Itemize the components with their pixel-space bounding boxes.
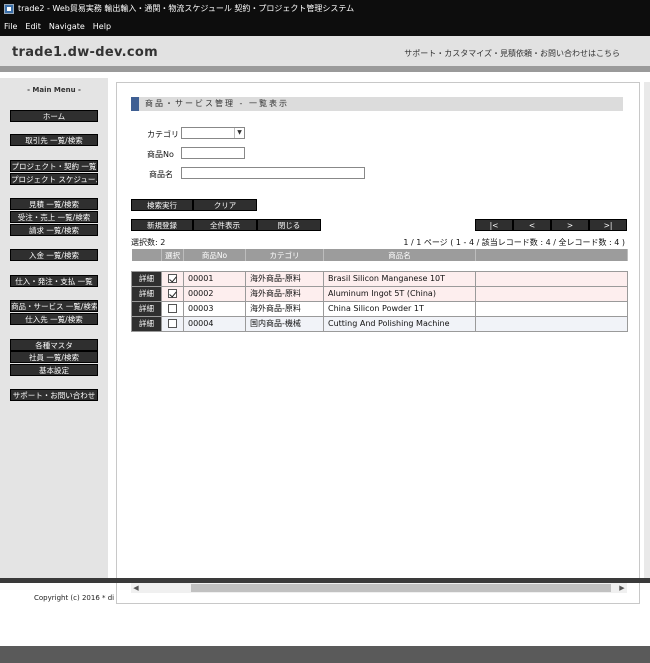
main-menu-title: - Main Menu - — [27, 86, 81, 94]
row-category: 海外商品-原料 — [245, 300, 324, 317]
header-category: カテゴリ — [245, 249, 324, 261]
detail-button[interactable]: 詳細 — [132, 273, 161, 284]
header-name: 商品名 — [323, 249, 476, 261]
last-page-button[interactable]: >| — [589, 219, 627, 231]
scroll-left-icon[interactable]: ◀ — [131, 583, 141, 593]
sidebar-item-project-schedule[interactable]: プロジェクト スケジュール — [10, 173, 98, 185]
footer-bar — [0, 578, 650, 583]
row-name: Brasil Silicon Manganese 10T — [323, 270, 476, 287]
sidebar-item-support[interactable]: サポート・お問い合わせ — [10, 389, 98, 401]
row-checkbox[interactable] — [168, 304, 177, 313]
table-row: 詳細 00004 国内商品-機械 Cutting And Polishing M… — [131, 315, 628, 332]
table-spacer — [131, 261, 628, 271]
main-panel: 商品・サービス管理 - 一覧表示 カテゴリ ▼ 商品No 商品名 検索実行 クリ… — [116, 82, 640, 604]
category-label: カテゴリ — [147, 130, 179, 139]
header-detail — [131, 249, 162, 261]
selected-count: 選択数: 2 — [131, 238, 166, 247]
window-title: trade2 - Web貿易実務 輸出輸入・通関・物流スケジュール 契約・プロジ… — [18, 4, 355, 13]
sidebar-item-orders[interactable]: 受注・売上 一覧/検索 — [10, 211, 98, 223]
row-code: 00002 — [183, 285, 246, 302]
sidebar-item-clients[interactable]: 取引先 一覧/検索 — [10, 134, 98, 146]
show-all-button[interactable]: 全件表示 — [193, 219, 257, 231]
name-input[interactable] — [181, 167, 365, 179]
chevron-down-icon: ▼ — [234, 128, 244, 138]
menu-help[interactable]: Help — [93, 18, 111, 36]
sidebar-item-suppliers[interactable]: 仕入先 一覧/検索 — [10, 313, 98, 325]
page-info: 1 / 1 ページ ( 1 - 4 / 該当レコード数 : 4 / 全レコード数… — [403, 238, 625, 247]
row-code: 00001 — [183, 270, 246, 287]
row-code: 00004 — [183, 315, 246, 332]
row-code: 00003 — [183, 300, 246, 317]
row-category: 国内商品-機械 — [245, 315, 324, 332]
first-page-button[interactable]: |< — [475, 219, 513, 231]
table-row: 詳細 00001 海外商品-原料 Brasil Silicon Manganes… — [131, 270, 628, 287]
detail-button[interactable]: 詳細 — [132, 288, 161, 299]
menubar: File Edit Navigate Help — [0, 18, 650, 36]
sidebar-item-payments-received[interactable]: 入金 一覧/検索 — [10, 249, 98, 261]
sidebar-item-home[interactable]: ホーム — [10, 110, 98, 122]
sidebar-item-invoices[interactable]: 請求 一覧/検索 — [10, 224, 98, 236]
row-category: 海外商品-原料 — [245, 270, 324, 287]
product-table: 選択 商品No カテゴリ 商品名 詳細 00001 海外商品-原料 Brasil… — [131, 249, 628, 332]
category-select[interactable]: ▼ — [181, 127, 245, 139]
clear-button[interactable]: クリア — [193, 199, 257, 211]
right-gutter — [644, 82, 650, 578]
detail-button[interactable]: 詳細 — [132, 318, 161, 329]
prev-page-button[interactable]: < — [513, 219, 551, 231]
window-title-bar: trade2 - Web貿易実務 輸出輸入・通関・物流スケジュール 契約・プロジ… — [0, 0, 650, 18]
code-input[interactable] — [181, 147, 245, 159]
sidebar-item-settings[interactable]: 基本設定 — [10, 364, 98, 376]
table-row: 詳細 00003 海外商品-原料 China Silicon Powder 1T — [131, 300, 628, 317]
site-domain: trade1.dw-dev.com — [12, 45, 158, 60]
search-button[interactable]: 検索実行 — [131, 199, 193, 211]
app-icon — [4, 4, 14, 14]
menu-file[interactable]: File — [4, 18, 17, 36]
sidebar-item-purchases[interactable]: 仕入・発注・支払 一覧 — [10, 275, 98, 287]
sidebar-item-masters[interactable]: 各種マスタ — [10, 339, 98, 351]
row-extra — [475, 270, 628, 287]
support-link[interactable]: サポート・カスタマイズ・見積依頼・お問い合わせはこちら — [404, 48, 620, 59]
copyright: Copyright (c) 2016 * di — [34, 594, 115, 602]
sidebar-item-products[interactable]: 商品・サービス 一覧/検索 — [10, 300, 98, 312]
table-row: 詳細 00002 海外商品-原料 Aluminum Ingot 5T (Chin… — [131, 285, 628, 302]
menu-navigate[interactable]: Navigate — [49, 18, 85, 36]
next-page-button[interactable]: > — [551, 219, 589, 231]
scrollbar-thumb[interactable] — [191, 584, 611, 592]
menu-edit[interactable]: Edit — [25, 18, 41, 36]
row-extra — [475, 285, 628, 302]
header-extra — [475, 249, 628, 261]
row-extra — [475, 315, 628, 332]
row-name: China Silicon Powder 1T — [323, 300, 476, 317]
row-name: Cutting And Polishing Machine — [323, 315, 476, 332]
row-checkbox[interactable] — [168, 274, 177, 283]
horizontal-scrollbar[interactable]: ◀ ▶ — [131, 583, 627, 593]
section-title: 商品・サービス管理 - 一覧表示 — [131, 97, 623, 111]
header-code: 商品No — [183, 249, 246, 261]
row-checkbox[interactable] — [168, 289, 177, 298]
new-button[interactable]: 新規登録 — [131, 219, 193, 231]
scroll-right-icon[interactable]: ▶ — [617, 583, 627, 593]
header-select: 選択 — [161, 249, 184, 261]
sidebar-item-projects[interactable]: プロジェクト・契約 一覧 — [10, 160, 98, 172]
sidebar: - Main Menu - ホーム 取引先 一覧/検索 プロジェクト・契約 一覧… — [0, 78, 108, 578]
table-header-row: 選択 商品No カテゴリ 商品名 — [131, 249, 628, 261]
name-label: 商品名 — [149, 170, 173, 179]
sidebar-item-estimates[interactable]: 見積 一覧/検索 — [10, 198, 98, 210]
row-name: Aluminum Ingot 5T (China) — [323, 285, 476, 302]
site-header: trade1.dw-dev.com サポート・カスタマイズ・見積依頼・お問い合わ… — [0, 36, 650, 72]
detail-button[interactable]: 詳細 — [132, 303, 161, 314]
close-button[interactable]: 閉じる — [257, 219, 321, 231]
code-label: 商品No — [147, 150, 174, 159]
row-extra — [475, 300, 628, 317]
row-checkbox[interactable] — [168, 319, 177, 328]
sidebar-item-employees[interactable]: 社員 一覧/検索 — [10, 351, 98, 363]
bottom-bar — [0, 646, 650, 663]
row-category: 海外商品-原料 — [245, 285, 324, 302]
